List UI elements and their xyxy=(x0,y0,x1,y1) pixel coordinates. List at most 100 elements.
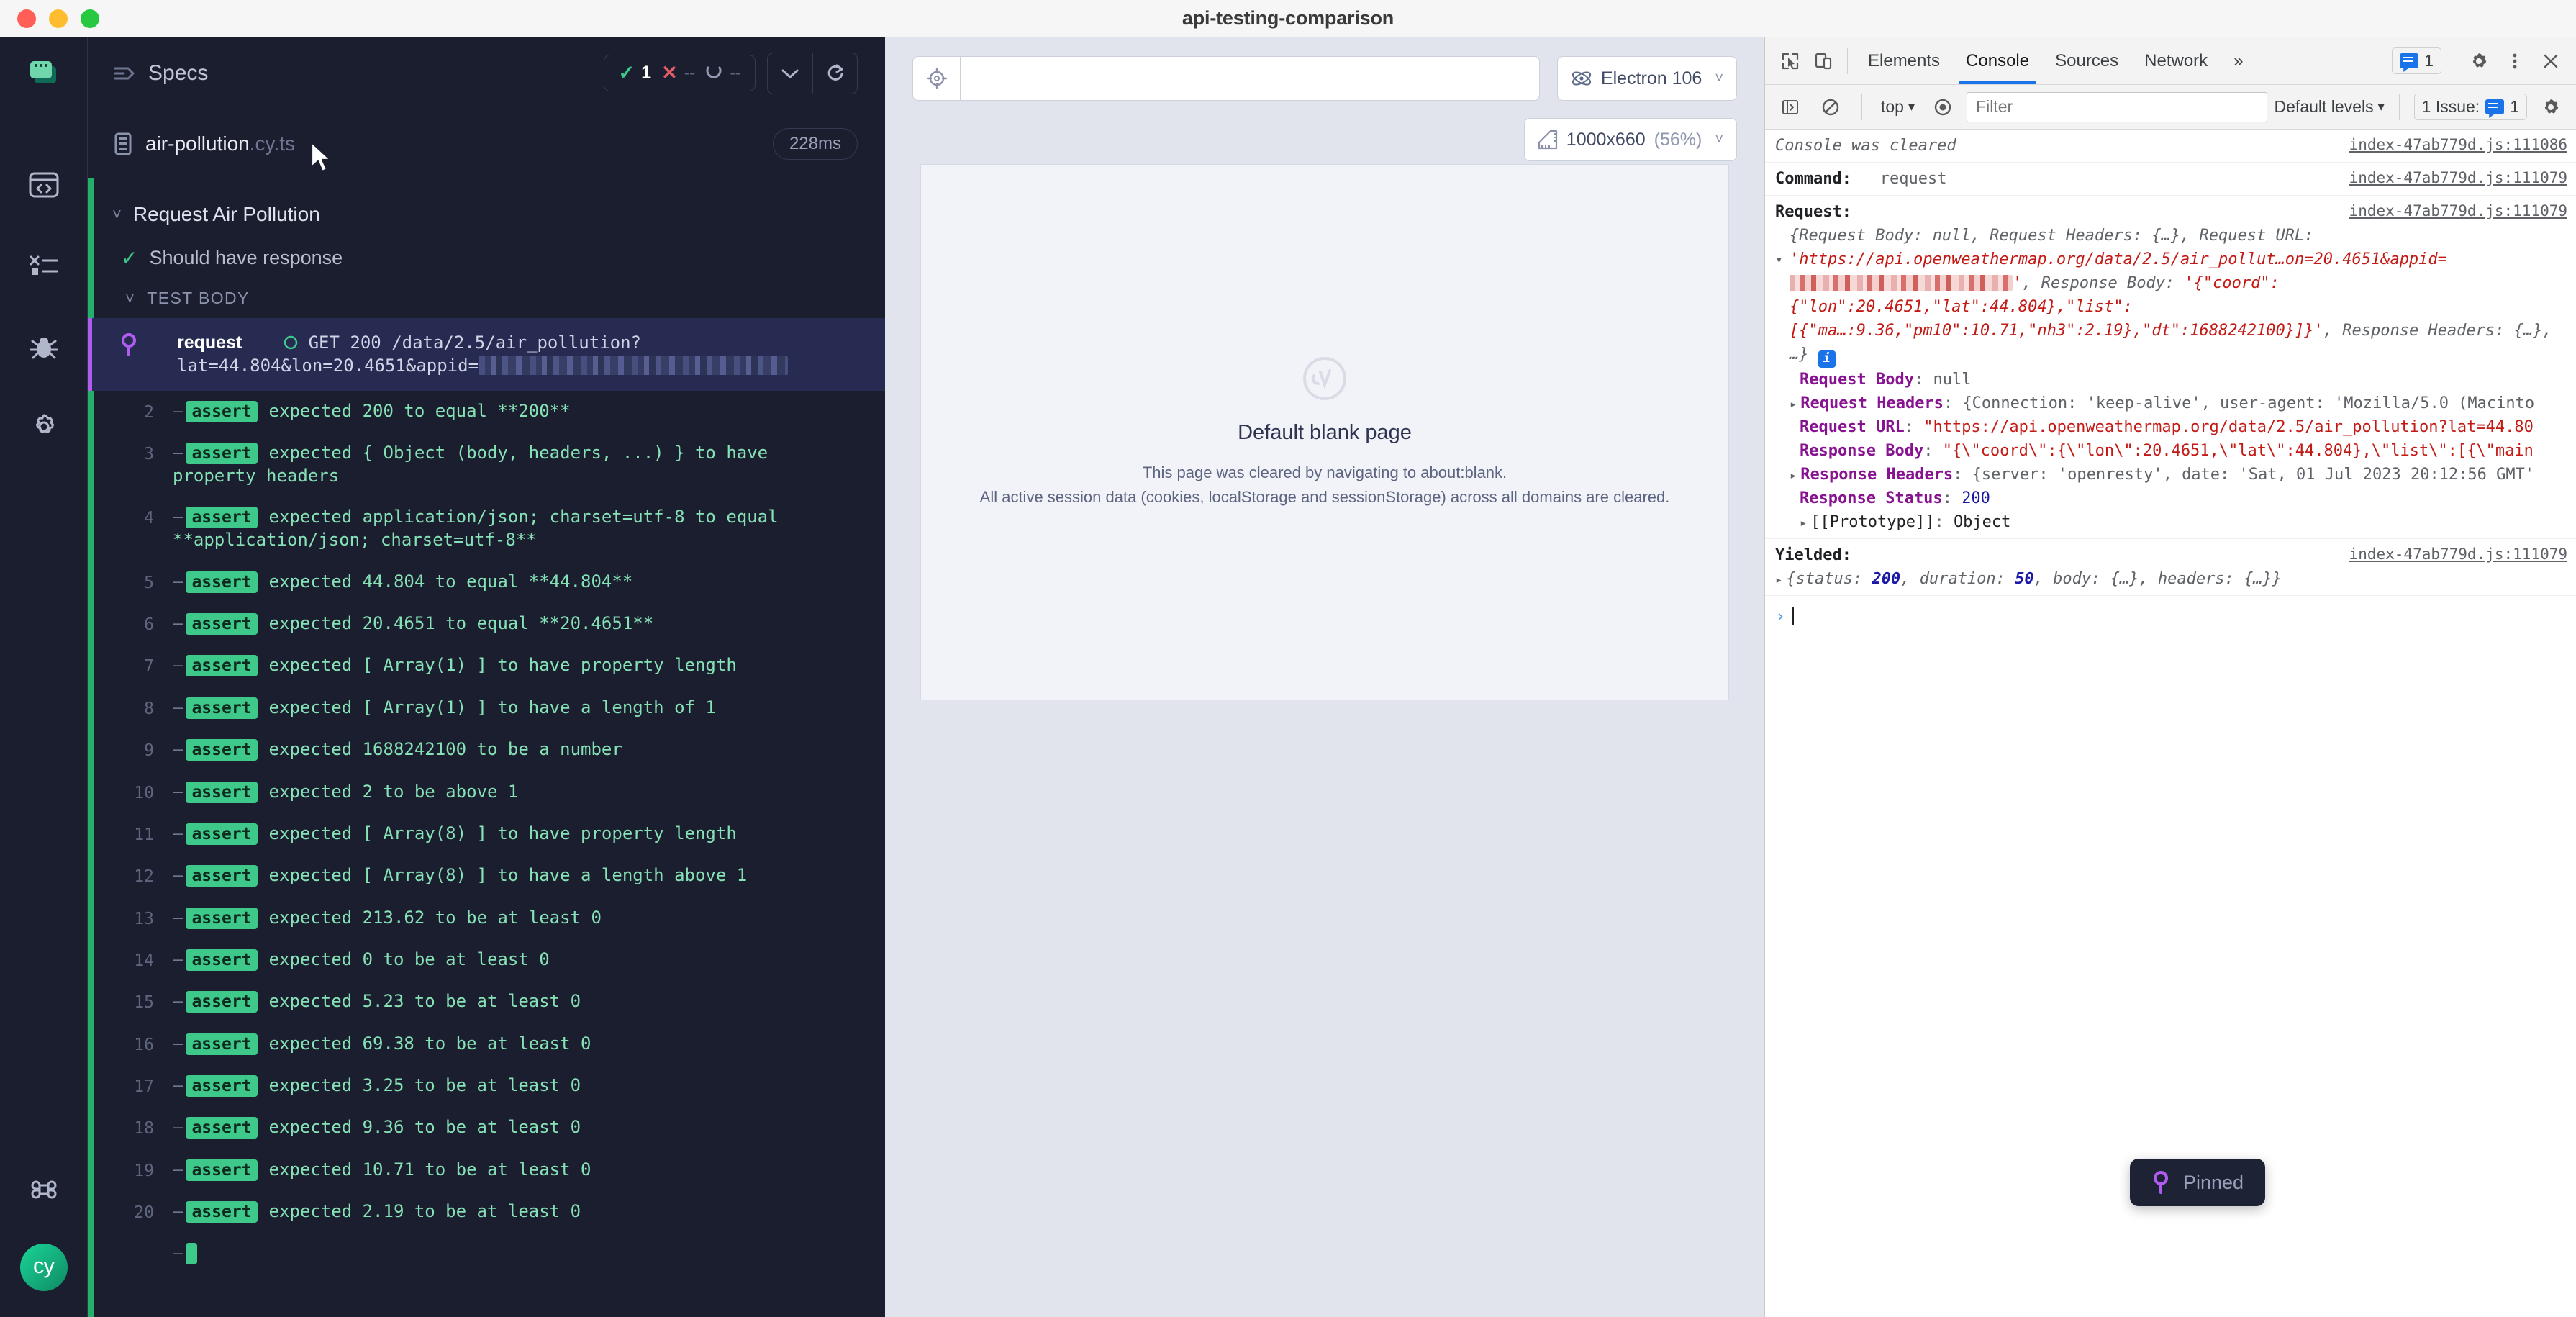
spec-basename: air-pollution xyxy=(145,132,250,155)
sidebar-item-specs[interactable] xyxy=(19,160,69,210)
command-number: 18 xyxy=(134,1119,154,1139)
prompt-caret-icon: › xyxy=(1775,605,1786,626)
aut-iframe[interactable]: Default blank page This page was cleared… xyxy=(920,164,1729,700)
console-filter-input[interactable] xyxy=(1967,91,2267,122)
assert-tag xyxy=(186,1243,198,1265)
sidebar-item-debug[interactable] xyxy=(19,321,69,371)
console-context-selector[interactable]: top ▾ xyxy=(1877,97,1919,117)
issues-counter-button[interactable]: 1 xyxy=(2392,47,2441,74)
devtools-settings-button[interactable] xyxy=(2462,45,2495,78)
command-row-assert[interactable]: 8 – assert expected [ Array(1) ] to have a… xyxy=(88,687,885,729)
project-switcher[interactable] xyxy=(0,37,87,109)
devtools-close-button[interactable] xyxy=(2534,45,2567,78)
viewport-scale: (56%) xyxy=(1654,129,1702,150)
command-row-assert[interactable]: 17 – assert expected 3.25 to be at least 0 xyxy=(88,1065,885,1107)
more-tabs-button[interactable]: » xyxy=(2221,38,2256,84)
command-row-assert[interactable]: 3 – assert expected { Object (body, header… xyxy=(88,433,885,497)
yielded-mid2: , body: {…}, headers: {…}} xyxy=(2033,569,2282,588)
expand-toggle-icon[interactable]: ▸ xyxy=(1769,257,1788,264)
request-url-line1: /data/2.5/air_pollution? xyxy=(391,332,641,353)
viewport-size-selector[interactable]: 1000x660 (56%) ˅ xyxy=(1523,118,1737,161)
command-number: 8 xyxy=(144,699,154,718)
prop-value: "{\"coord\":{\"lon\":20.4651,\"lat\":44.… xyxy=(1942,441,2534,460)
console-prop-response-headers[interactable]: ▸ Response Headers: {server: 'openresty',… xyxy=(1775,463,2567,486)
text-cursor xyxy=(1792,606,1795,625)
command-row-assert[interactable]: 20 – assert expected 2.19 to be at least 0 xyxy=(88,1191,885,1233)
command-row-request[interactable]: 1 request GET 200 /data/2.5/air_pollutio… xyxy=(88,318,885,391)
command-row-assert[interactable]: 7 – assert expected [ Array(1) ] to have p… xyxy=(88,645,885,687)
selector-playground-button[interactable] xyxy=(913,57,961,100)
gear-icon xyxy=(35,414,54,433)
issues-bar-count: 1 xyxy=(2510,97,2519,116)
console-eye-filter-button[interactable] xyxy=(1926,91,1959,124)
console-sidebar-toggle-button[interactable] xyxy=(1774,91,1807,124)
tab-network[interactable]: Network xyxy=(2131,38,2221,84)
console-request-summary[interactable]: ▸ {Request Body: null, Request Headers: … xyxy=(1772,224,2567,368)
restart-tests-button[interactable] xyxy=(812,53,857,94)
keyboard-shortcuts-button[interactable] xyxy=(19,1164,69,1215)
command-row-assert[interactable]: 16 – assert expected 69.38 to be at least … xyxy=(88,1023,885,1065)
command-row-assert[interactable]: 19 – assert expected 10.71 to be at least … xyxy=(88,1149,885,1191)
command-row-assert[interactable]: 9 – assert expected 1688242100 to be a num… xyxy=(88,729,885,771)
expand-toggle-icon[interactable]: ▸ xyxy=(1790,396,1797,415)
command-row-assert[interactable]: 10 – assert expected 2 to be above 1 xyxy=(88,771,885,813)
aut-url-input[interactable] xyxy=(961,57,1539,100)
console-source-link[interactable]: index-47ab779d.js:111079 xyxy=(2338,167,2567,191)
assert-tag: assert xyxy=(186,1033,258,1055)
console-source-link[interactable]: index-47ab779d.js:111079 xyxy=(2338,200,2567,224)
failed-x-icon: ✕ xyxy=(661,62,678,83)
tab-elements[interactable]: Elements xyxy=(1855,38,1953,84)
issues-bar-button[interactable]: 1 Issue: 1 xyxy=(2413,94,2527,120)
devtools-more-options-button[interactable] xyxy=(2498,45,2531,78)
console-output[interactable]: Console was cleared index-47ab779d.js:11… xyxy=(1765,130,2576,1317)
expand-toggle-icon[interactable]: ▸ xyxy=(1800,515,1807,533)
spec-file-row[interactable]: air-pollution.cy.ts 228ms xyxy=(88,109,885,178)
command-row-assert[interactable]: 18 – assert expected 9.36 to be at least 0 xyxy=(88,1107,885,1149)
command-row-assert[interactable]: 15 – assert expected 5.23 to be at least 0 xyxy=(88,981,885,1023)
console-source-link[interactable]: index-47ab779d.js:111086 xyxy=(2338,134,2567,158)
console-prop-prototype[interactable]: ▸ [[Prototype]]: Object xyxy=(1775,510,2567,534)
collapse-all-button[interactable] xyxy=(768,53,812,94)
command-row-assert[interactable]: 2 – assert expected 200 to equal **200** xyxy=(88,391,885,433)
test-title-row[interactable]: ✓ Should have response xyxy=(88,239,885,277)
command-row-assert[interactable]: 14 – assert expected 0 to be at least 0 xyxy=(88,939,885,981)
console-settings-button[interactable] xyxy=(2534,91,2567,124)
device-toolbar-button[interactable] xyxy=(1807,45,1840,78)
command-row-assert[interactable]: 11 – assert expected [ Array(8) ] to have … xyxy=(88,813,885,855)
chevron-down-icon: ▾ xyxy=(2377,99,2385,114)
console-yielded-value[interactable]: ▸ {status: 200, duration: 50, body: {…}, … xyxy=(1775,567,2567,591)
inspect-element-button[interactable] xyxy=(1774,45,1807,78)
browser-selector[interactable]: Electron 106 ˅ xyxy=(1556,56,1737,101)
suite-title-row[interactable]: ˅ Request Air Pollution xyxy=(88,190,885,239)
chevron-down-icon: ˅ xyxy=(1715,70,1723,86)
command-row-assert[interactable]: 12 – assert expected [ Array(8) ] to have … xyxy=(88,855,885,897)
command-row-assert[interactable]: 5 – assert expected 44.804 to equal **44.8… xyxy=(88,561,885,603)
console-prop-request-headers[interactable]: ▸ Request Headers: {Connection: 'keep-ali… xyxy=(1775,392,2567,415)
prop-key: Response Headers xyxy=(1800,465,1954,484)
gear-icon xyxy=(2544,99,2559,113)
command-content: – assert expected [ Array(1) ] to have a l… xyxy=(173,697,716,719)
sidebar-item-runs[interactable] xyxy=(19,240,69,291)
sidebar-item-settings[interactable] xyxy=(19,402,69,452)
cypress-logo[interactable]: cy xyxy=(19,1244,68,1291)
assert-tag: assert xyxy=(186,991,258,1013)
command-number: 17 xyxy=(134,1077,154,1097)
info-icon[interactable]: i xyxy=(1818,350,1836,368)
console-prompt[interactable]: › xyxy=(1765,596,2576,636)
command-content: – assert expected 44.804 to equal **44.804… xyxy=(173,571,633,593)
test-body-section-header[interactable]: ˅ TEST BODY xyxy=(88,277,885,318)
command-row-assert[interactable]: 4 – assert expected application/json; char… xyxy=(88,497,885,561)
expand-toggle-icon[interactable]: ▸ xyxy=(1790,467,1797,486)
command-row-assert[interactable]: 13 – assert expected 213.62 to be at least… xyxy=(88,897,885,939)
tab-console[interactable]: Console xyxy=(1953,38,2042,84)
command-row-assert[interactable]: 6 – assert expected 20.4651 to equal **20.… xyxy=(88,603,885,645)
command-row-assert[interactable]: – xyxy=(88,1233,885,1275)
command-number: 4 xyxy=(144,509,154,528)
clear-console-button[interactable] xyxy=(1814,91,1847,124)
tab-sources[interactable]: Sources xyxy=(2042,38,2131,84)
pinned-snapshot-chip[interactable]: Pinned xyxy=(2130,1159,2266,1206)
divider xyxy=(1847,47,1848,74)
console-log-level-selector[interactable]: Default levels ▾ xyxy=(2275,97,2385,117)
console-source-link[interactable]: index-47ab779d.js:111079 xyxy=(2338,543,2567,567)
expand-toggle-icon[interactable]: ▸ xyxy=(1775,571,1782,590)
